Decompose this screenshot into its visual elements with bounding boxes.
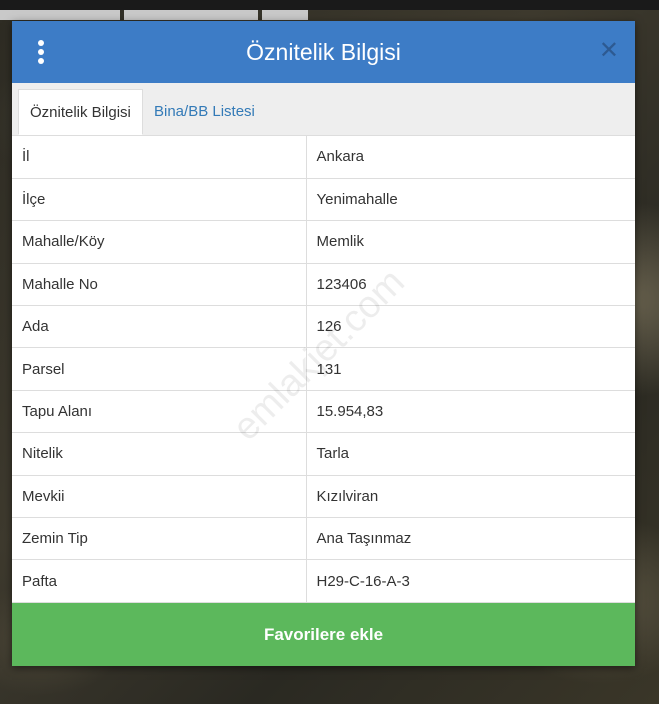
attribute-key: Parsel (12, 347, 307, 391)
attribute-value: Yenimahalle (306, 178, 635, 222)
tab-attribute-info[interactable]: Öznitelik Bilgisi (18, 89, 143, 135)
table-row: Nitelik Tarla (12, 432, 635, 476)
close-icon[interactable]: ✕ (599, 37, 619, 65)
table-row: Tapu Alanı 15.954,83 (12, 390, 635, 434)
attribute-info-dialog: Öznitelik Bilgisi ✕ Öznitelik Bilgisi Bi… (12, 21, 635, 666)
attribute-key: Mahalle/Köy (12, 220, 307, 264)
attribute-key: Ada (12, 305, 307, 349)
kebab-menu-icon[interactable] (34, 40, 48, 64)
map-toolbar-segment (0, 10, 120, 20)
attribute-key: Pafta (12, 559, 307, 603)
attribute-value: Ana Taşınmaz (306, 517, 635, 561)
tab-bar: Öznitelik Bilgisi Bina/BB Listesi (12, 83, 635, 136)
attribute-value: H29-C-16-A-3 (306, 559, 635, 603)
table-row: Pafta H29-C-16-A-3 (12, 559, 635, 603)
dialog-title: Öznitelik Bilgisi (246, 38, 401, 65)
add-to-favorites-button[interactable]: Favorilere ekle (12, 603, 635, 666)
attribute-key: Zemin Tip (12, 517, 307, 561)
attribute-key: İlçe (12, 178, 307, 222)
table-row: İl Ankara (12, 136, 635, 179)
attribute-value: Tarla (306, 432, 635, 476)
attribute-value: Memlik (306, 220, 635, 264)
attribute-key: Mevkii (12, 475, 307, 519)
table-row: İlçe Yenimahalle (12, 178, 635, 222)
map-toolbar (0, 0, 659, 20)
attribute-value: 15.954,83 (306, 390, 635, 434)
table-row: Parsel 131 (12, 347, 635, 391)
table-row: Mahalle/Köy Memlik (12, 220, 635, 264)
attribute-value: Ankara (306, 136, 635, 179)
map-toolbar-segment (262, 10, 308, 20)
attribute-value: 123406 (306, 263, 635, 307)
table-row: Mevkii Kızılviran (12, 475, 635, 519)
attribute-key: Tapu Alanı (12, 390, 307, 434)
attribute-key: Mahalle No (12, 263, 307, 307)
attribute-key: İl (12, 136, 307, 179)
attribute-table: İl Ankara İlçe Yenimahalle Mahalle/Köy Memlik… (12, 136, 635, 603)
table-row: Mahalle No 123406 (12, 263, 635, 307)
attribute-key: Nitelik (12, 432, 307, 476)
attribute-value: 131 (306, 347, 635, 391)
table-row: Ada 126 (12, 305, 635, 349)
tab-building-list[interactable]: Bina/BB Listesi (143, 89, 266, 135)
attribute-value: Kızılviran (306, 475, 635, 519)
attribute-value: 126 (306, 305, 635, 349)
dialog-header: Öznitelik Bilgisi ✕ (12, 21, 635, 83)
table-row: Zemin Tip Ana Taşınmaz (12, 517, 635, 561)
map-toolbar-segment (124, 10, 258, 20)
